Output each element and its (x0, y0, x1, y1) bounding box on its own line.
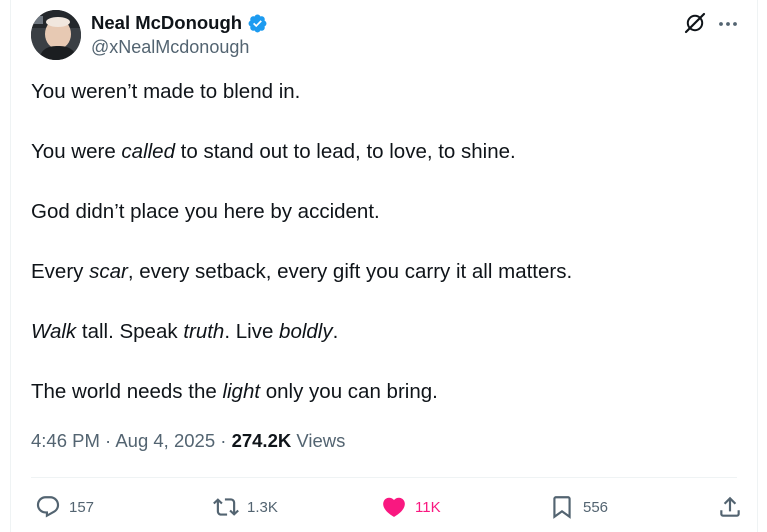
text-run: You weren’t made to blend in. (31, 80, 301, 103)
text-run: . Live (224, 320, 280, 343)
tweet-paragraph: You were called to stand out to lead, to… (31, 140, 731, 164)
tweet-paragraph: The world needs the light only you can b… (31, 380, 731, 404)
italic-text: Walk (31, 320, 77, 343)
text-run: God didn’t place you here by accident. (31, 200, 380, 223)
views-count: 274.2K (231, 430, 292, 451)
text-run: . (332, 320, 339, 343)
repost-button[interactable]: 1.3K (213, 490, 278, 524)
bookmark-icon (553, 496, 571, 519)
tweet-text: You weren’t made to blend in. You were ca… (31, 80, 731, 404)
tweet-paragraph: Walk tall. Speak truth. Live boldly. (31, 320, 731, 344)
reply-button[interactable]: 157 (35, 490, 94, 524)
tweet-paragraph: God didn’t place you here by accident. (31, 200, 731, 224)
bookmark-count: 556 (583, 498, 609, 516)
italic-text: boldly (279, 320, 333, 343)
tweet-paragraph: You weren’t made to blend in. (31, 80, 731, 104)
tweet-paragraph: Every scar, every setback, every gift yo… (31, 260, 731, 284)
text-run: Every (31, 260, 90, 283)
avatar-image (31, 10, 81, 60)
italic-text: called (121, 140, 175, 163)
text-run: tall. Speak (76, 320, 184, 343)
author-name-row[interactable]: Neal McDonough (91, 12, 268, 34)
text-run: The world needs the (31, 380, 223, 403)
like-button[interactable]: 11K (381, 490, 441, 524)
text-run: , every setback, every gift you carry it… (127, 260, 573, 283)
reply-icon (36, 496, 60, 518)
views-label: Views (291, 430, 346, 451)
tweet-time[interactable]: 4:46 PM (31, 430, 100, 451)
verified-badge-icon[interactable] (247, 13, 268, 34)
avatar[interactable] (31, 10, 81, 60)
italic-text: truth (183, 320, 225, 343)
share-button[interactable] (717, 490, 743, 524)
author-display-name[interactable]: Neal McDonough (91, 12, 242, 34)
divider (31, 477, 737, 478)
heart-icon (383, 497, 405, 517)
italic-text: scar (89, 260, 128, 283)
repost-count: 1.3K (247, 498, 278, 516)
meta-separator: · (215, 430, 232, 451)
more-icon[interactable] (716, 12, 740, 36)
text-run: You were (31, 140, 122, 163)
text-run: only you can bring. (260, 380, 438, 403)
bookmark-button[interactable]: 556 (549, 490, 608, 524)
action-bar: 157 1.3K 11K 556 (31, 490, 741, 524)
meta-separator: · (99, 430, 116, 451)
italic-text: light (222, 380, 261, 403)
author-handle[interactable]: @xNealMcdonough (91, 37, 249, 58)
tweet-card: Neal McDonough @xNealMcdonough You weren… (10, 0, 758, 532)
like-count: 11K (415, 498, 441, 516)
reply-count: 157 (69, 498, 95, 516)
tweet-meta: 4:46 PM · Aug 4, 2025 · 274.2K Views (31, 430, 345, 452)
text-run: to stand out to lead, to love, to shine. (174, 140, 516, 163)
grok-icon[interactable] (683, 11, 707, 35)
repost-icon (213, 498, 239, 516)
tweet-date[interactable]: Aug 4, 2025 (115, 430, 215, 451)
share-icon (720, 496, 740, 517)
